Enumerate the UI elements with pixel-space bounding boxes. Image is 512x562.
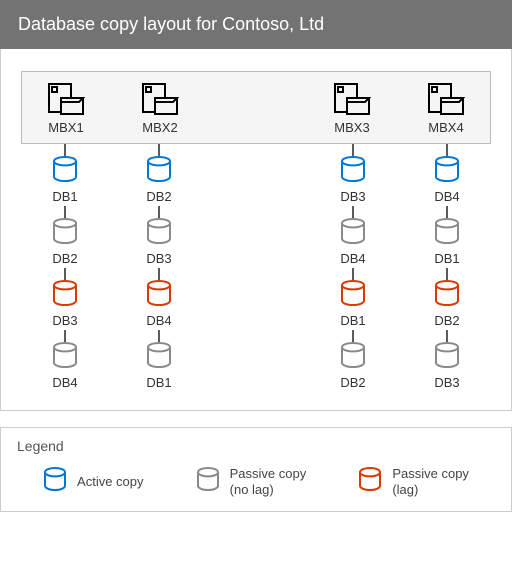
database-icon [434, 156, 460, 187]
db-copy: DB4 [146, 268, 172, 330]
db-copy: DB2 [52, 206, 78, 268]
database-icon [358, 467, 382, 496]
server-label: MBX3 [334, 120, 369, 135]
server-icon [47, 82, 85, 116]
db-copy: DB1 [340, 268, 366, 330]
db-label: DB4 [146, 313, 171, 328]
db-label: DB3 [340, 189, 365, 204]
database-icon [340, 342, 366, 373]
database-icon [340, 280, 366, 311]
legend-text: Active copy [77, 474, 143, 490]
connector-line [64, 268, 66, 280]
legend-item: Passive copy (lag) [358, 466, 469, 497]
legend-item: Active copy [43, 467, 143, 496]
db-label: DB1 [146, 375, 171, 390]
connector-line [64, 206, 66, 218]
db-copy: DB4 [52, 330, 78, 392]
connector-line [158, 144, 160, 156]
server-label: MBX2 [142, 120, 177, 135]
db-column-3: DB3 DB4 DB1 DB2 [329, 144, 377, 392]
diagram-canvas: MBX1 MBX2 MBX3 MBX4 [0, 49, 512, 411]
server-label: MBX4 [428, 120, 463, 135]
connector-line [64, 330, 66, 342]
db-columns: DB1 DB2 DB3 DB4 DB2 DB3 [21, 144, 491, 392]
server-mbx1: MBX1 [42, 82, 90, 135]
db-copy: DB2 [434, 268, 460, 330]
db-label: DB2 [340, 375, 365, 390]
legend-items: Active copy Passive copy (no lag) Passiv… [17, 466, 495, 497]
db-copy: DB1 [434, 206, 460, 268]
database-icon [52, 218, 78, 249]
connector-line [446, 206, 448, 218]
db-label: DB4 [340, 251, 365, 266]
database-icon [43, 467, 67, 496]
database-icon [52, 156, 78, 187]
database-icon [146, 156, 172, 187]
connector-line [158, 206, 160, 218]
connector-line [352, 144, 354, 156]
db-column-4: DB4 DB1 DB2 DB3 [423, 144, 471, 392]
db-copy: DB2 [146, 144, 172, 206]
db-label: DB2 [52, 251, 77, 266]
database-icon [340, 156, 366, 187]
legend-text: Passive copy (no lag) [230, 466, 307, 497]
servers-row: MBX1 MBX2 MBX3 MBX4 [21, 71, 491, 144]
db-copy: DB3 [434, 330, 460, 392]
connector-line [158, 330, 160, 342]
connector-line [446, 144, 448, 156]
server-label: MBX1 [48, 120, 83, 135]
connector-line [64, 144, 66, 156]
db-copy: DB1 [146, 330, 172, 392]
database-icon [340, 218, 366, 249]
db-column-1: DB1 DB2 DB3 DB4 [41, 144, 89, 392]
db-label: DB1 [340, 313, 365, 328]
db-copy: DB3 [340, 144, 366, 206]
server-mbx3: MBX3 [328, 82, 376, 135]
database-icon [196, 467, 220, 496]
connector-line [446, 330, 448, 342]
connector-line [352, 206, 354, 218]
connector-line [352, 330, 354, 342]
db-label: DB3 [52, 313, 77, 328]
database-icon [52, 280, 78, 311]
db-copy: DB4 [340, 206, 366, 268]
server-icon [333, 82, 371, 116]
legend-item: Passive copy (no lag) [196, 466, 307, 497]
db-label: DB3 [146, 251, 171, 266]
server-icon [141, 82, 179, 116]
db-label: DB1 [52, 189, 77, 204]
server-mbx2: MBX2 [136, 82, 184, 135]
database-icon [434, 280, 460, 311]
db-label: DB2 [146, 189, 171, 204]
db-copy: DB4 [434, 144, 460, 206]
database-icon [146, 218, 172, 249]
db-label: DB2 [434, 313, 459, 328]
db-copy: DB1 [52, 144, 78, 206]
database-icon [146, 342, 172, 373]
connector-line [446, 268, 448, 280]
connector-line [158, 268, 160, 280]
db-copy: DB3 [146, 206, 172, 268]
legend-heading: Legend [17, 438, 495, 454]
db-copy: DB2 [340, 330, 366, 392]
legend-text: Passive copy (lag) [392, 466, 469, 497]
database-icon [146, 280, 172, 311]
db-label: DB3 [434, 375, 459, 390]
db-label: DB4 [52, 375, 77, 390]
server-mbx4: MBX4 [422, 82, 470, 135]
db-column-2: DB2 DB3 DB4 DB1 [135, 144, 183, 392]
db-copy: DB3 [52, 268, 78, 330]
database-icon [52, 342, 78, 373]
server-icon [427, 82, 465, 116]
page-title: Database copy layout for Contoso, Ltd [0, 0, 512, 49]
database-icon [434, 218, 460, 249]
legend: Legend Active copy Passive copy (no lag)… [0, 427, 512, 512]
db-label: DB1 [434, 251, 459, 266]
connector-line [352, 268, 354, 280]
database-icon [434, 342, 460, 373]
db-label: DB4 [434, 189, 459, 204]
